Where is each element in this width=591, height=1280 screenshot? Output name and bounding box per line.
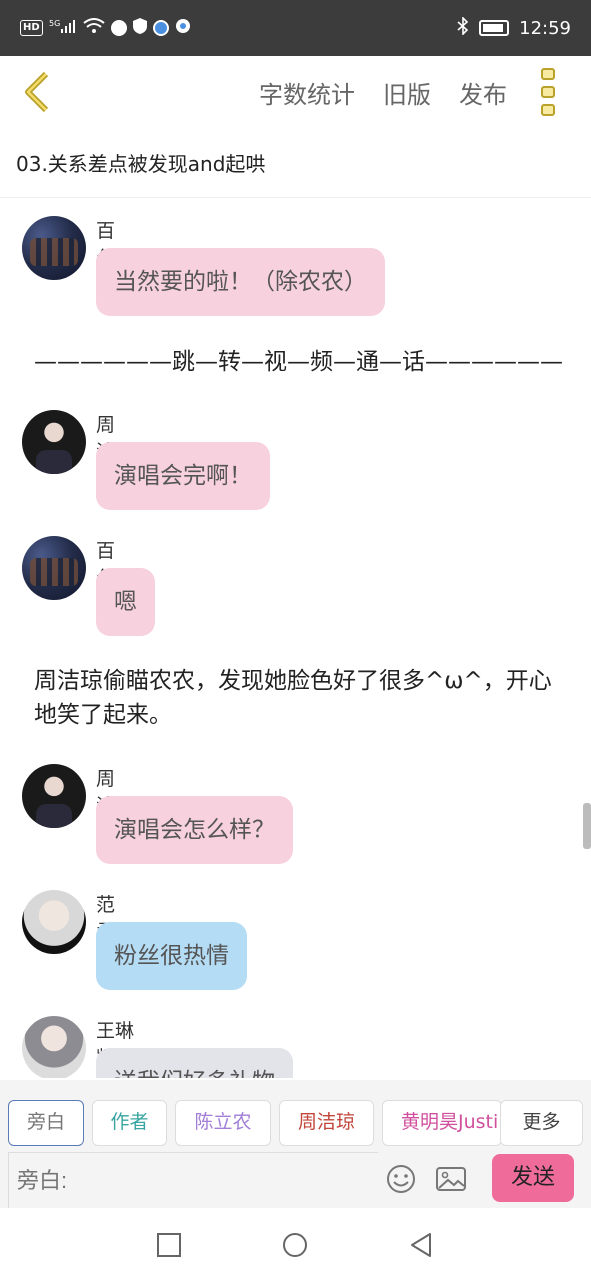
message-bubble[interactable]: 当然要的啦！（除农农） [96, 248, 385, 316]
triangle-back-icon [411, 1233, 431, 1257]
recent-apps-button[interactable] [156, 1232, 182, 1258]
smiley-icon [387, 1165, 415, 1193]
image-button[interactable] [436, 1164, 466, 1194]
editor-toolbar: 字数统计 旧版 发布 [0, 56, 591, 128]
status-icons: HD 5G [20, 18, 191, 38]
more-dot-icon [541, 68, 555, 80]
avatar[interactable] [22, 890, 86, 954]
avatar[interactable] [22, 410, 86, 474]
role-chip-narrator[interactable]: 旁白 [8, 1100, 84, 1146]
shield-icon [132, 18, 147, 38]
image-icon [436, 1167, 466, 1191]
clock-time: 12:59 [519, 17, 571, 39]
back-nav-button[interactable] [408, 1232, 434, 1258]
avatar[interactable] [22, 216, 86, 280]
role-chip-chen-linong[interactable]: 陈立农 [175, 1100, 271, 1146]
word-count-button[interactable]: 字数统计 [259, 75, 355, 110]
more-dot-icon [541, 104, 555, 116]
publish-button[interactable]: 发布 [459, 75, 507, 110]
more-roles-button[interactable]: 更多 [500, 1100, 583, 1146]
browser-notification-icon [152, 20, 169, 36]
scrollbar-thumb[interactable] [583, 803, 591, 849]
signal-icon: 5G [49, 18, 77, 38]
old-version-button[interactable]: 旧版 [383, 75, 431, 110]
composer-panel: 旁白 作者 陈立农 周洁琼 黄明昊Justin 更多 发送 [0, 1080, 591, 1208]
more-menu-button[interactable] [541, 68, 561, 116]
narration-text[interactable]: 周洁琼偷瞄农农，发现她脸色好了很多^ω^，开心地笑了起来。 [34, 664, 554, 732]
avatar[interactable] [22, 1016, 86, 1078]
wifi-icon [83, 18, 105, 38]
app-notification-icon [110, 20, 127, 36]
role-chip-author[interactable]: 作者 [92, 1100, 167, 1146]
narration-line[interactable]: ——————跳—转—视—频—通—话—————— [34, 345, 563, 379]
role-selector: 旁白 作者 陈立农 周洁琼 黄明昊Justin 更多 [0, 1100, 591, 1146]
avatar[interactable] [22, 764, 86, 828]
message-bubble[interactable]: 粉丝很热情 [96, 922, 247, 990]
more-dot-icon [541, 86, 555, 98]
bluetooth-icon [457, 15, 469, 40]
toolbar-actions: 字数统计 旧版 发布 [259, 56, 561, 128]
chevron-left-icon [25, 71, 49, 113]
circle-icon [283, 1233, 307, 1257]
avatar[interactable] [22, 536, 86, 600]
system-navigation-bar [0, 1208, 591, 1280]
message-bubble[interactable]: 演唱会怎么样？ [96, 796, 293, 864]
search-notification-icon [175, 18, 191, 38]
chat-feed[interactable]: 百分九 当然要的啦！（除农农） ——————跳—转—视—频—通—话—————— … [0, 198, 591, 1078]
status-right: 12:59 [457, 15, 571, 40]
square-icon [157, 1233, 181, 1257]
emoji-button[interactable] [386, 1164, 416, 1194]
home-button[interactable] [282, 1232, 308, 1258]
hd-badge: HD [20, 20, 43, 36]
battery-icon [479, 20, 510, 36]
role-chip-huang-minghao[interactable]: 黄明昊Justin [382, 1100, 502, 1146]
send-button[interactable]: 发送 [492, 1154, 574, 1202]
message-input[interactable] [8, 1152, 378, 1208]
back-button[interactable] [18, 68, 62, 116]
input-row: 发送 [0, 1152, 591, 1208]
chapter-title[interactable]: 03.关系差点被发现and起哄 [0, 128, 591, 198]
message-bubble[interactable]: 演唱会完啊！ [96, 442, 270, 510]
status-bar: HD 5G 12:59 [0, 0, 591, 56]
signal-label: 5G [49, 19, 60, 28]
message-bubble[interactable]: 送我们好多礼物 [96, 1048, 293, 1078]
message-bubble[interactable]: 嗯 [96, 568, 155, 636]
role-chip-zhou-jieqiong[interactable]: 周洁琼 [279, 1100, 374, 1146]
